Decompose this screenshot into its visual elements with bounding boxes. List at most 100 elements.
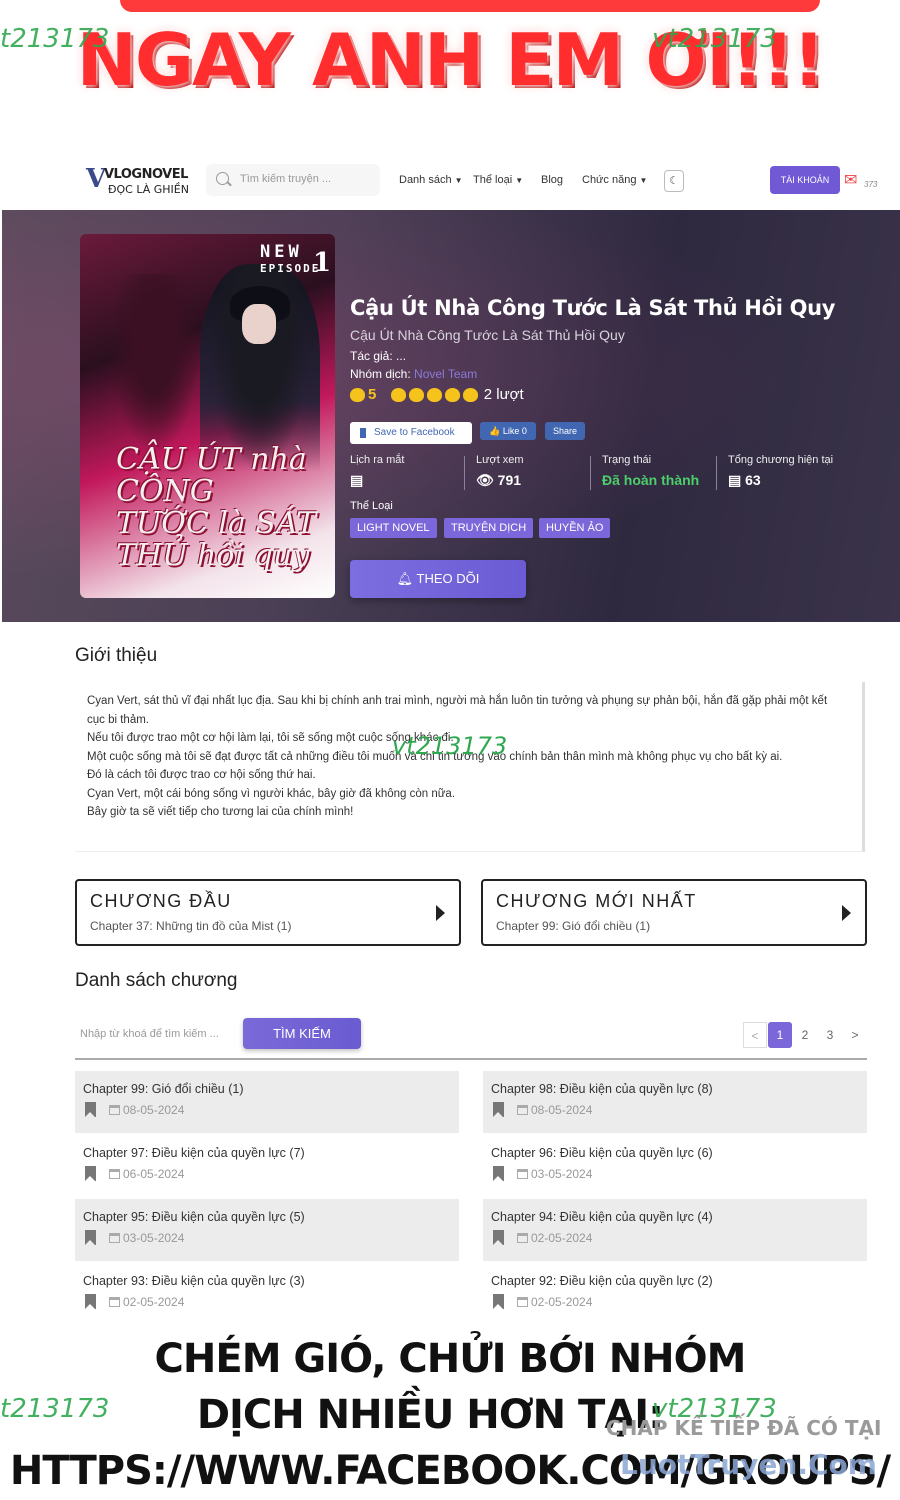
- moon-icon: ☾: [669, 175, 679, 187]
- menu-the-loai[interactable]: Thể loại ▼: [473, 174, 523, 186]
- chapter-title: Chapter 95: Điều kiện của quyền lực (5): [83, 1210, 305, 1224]
- rating-hearts[interactable]: [390, 386, 481, 403]
- chapter-row[interactable]: Chapter 93: Điều kiện của quyền lực (3) …: [75, 1263, 459, 1325]
- menu-danh-sach[interactable]: Danh sách ▼: [399, 174, 463, 186]
- caret-down-icon: ▼: [454, 176, 463, 185]
- heart-icon[interactable]: [426, 387, 442, 402]
- page-1[interactable]: 1: [768, 1022, 792, 1048]
- rating-count: 2 lượt: [483, 386, 524, 404]
- chapter-title: Chapter 98: Điều kiện của quyền lực (8): [491, 1082, 713, 1096]
- chapter-title: Chapter 94: Điều kiện của quyền lực (4): [491, 1210, 713, 1224]
- chapter-row[interactable]: Chapter 98: Điều kiện của quyền lực (8) …: [483, 1071, 867, 1133]
- chapter-search-button[interactable]: TÌM KIẾM: [243, 1018, 361, 1049]
- card-subtitle: Chapter 99: Gió đổi chiều (1): [496, 919, 651, 933]
- bookmark-icon[interactable]: [493, 1230, 504, 1245]
- page-next[interactable]: >: [843, 1022, 867, 1048]
- stat-chapters-value: ▤ 63: [728, 472, 833, 489]
- notification-icon[interactable]: ✉: [844, 170, 857, 190]
- bookmark-icon[interactable]: [493, 1102, 504, 1117]
- next-chapter-notice: CHAP KẾ TIẾP ĐÃ CÓ TẠI: [606, 1416, 882, 1440]
- stat-release: Lịch ra mắt ▤: [350, 454, 404, 494]
- stat-label: Lượt xem: [476, 454, 524, 466]
- team-link[interactable]: Novel Team: [414, 367, 477, 381]
- bookmark-icon[interactable]: [85, 1166, 96, 1181]
- chapter-title: Chapter 97: Điều kiện của quyền lực (7): [83, 1146, 305, 1160]
- stat-views: Lượt xem 👁 791: [476, 454, 524, 494]
- chapter-search-input[interactable]: Nhập từ khoá để tìm kiếm ...: [75, 1019, 237, 1049]
- genre-tag[interactable]: TRUYỆN DỊCH: [444, 518, 534, 538]
- chapter-date: 08-05-2024: [531, 1103, 593, 1117]
- menu-chuc-nang[interactable]: Chức năng ▼: [582, 174, 647, 186]
- dark-mode-toggle[interactable]: ☾: [664, 170, 684, 192]
- chapter-row[interactable]: Chapter 92: Điều kiện của quyền lực (2) …: [483, 1263, 867, 1325]
- chapter-row[interactable]: Chapter 97: Điều kiện của quyền lực (7) …: [75, 1135, 459, 1197]
- heart-icon[interactable]: [444, 387, 460, 402]
- novel-team: Nhóm dịch: Novel Team: [350, 367, 477, 381]
- chapter-date: 08-05-2024: [123, 1103, 185, 1117]
- team-label: Nhóm dịch:: [350, 367, 411, 381]
- bookmark-icon[interactable]: [85, 1294, 96, 1309]
- caret-down-icon: ▼: [639, 176, 648, 185]
- chapter-row[interactable]: Chapter 96: Điều kiện của quyền lực (6) …: [483, 1135, 867, 1197]
- fb-like-label: Like 0: [502, 426, 527, 436]
- bottom-banner-line1: CHÉM GIÓ, CHỬI BỚI NHÓM: [154, 1336, 747, 1382]
- chapter-row[interactable]: Chapter 95: Điều kiện của quyền lực (5) …: [75, 1199, 459, 1261]
- calendar-icon: [517, 1105, 528, 1115]
- page-2[interactable]: 2: [793, 1022, 817, 1048]
- play-arrow-icon: [436, 905, 445, 921]
- menu-blog[interactable]: Blog: [541, 174, 563, 186]
- calendar-icon: [109, 1297, 120, 1307]
- cover-badge-number: 1: [313, 248, 332, 278]
- chapter-list-heading: Danh sách chương: [75, 970, 238, 991]
- card-subtitle: Chapter 37: Những tin đồ của Mist (1): [90, 919, 292, 933]
- watermark-left-bottom: t213173: [0, 1394, 110, 1424]
- nav-search-input[interactable]: Tìm kiếm truyện ...: [206, 164, 380, 196]
- watermark-middle: vt213173: [392, 732, 508, 760]
- genre-tag[interactable]: HUYỀN ẢO: [539, 518, 611, 538]
- stat-divider: [590, 456, 591, 490]
- stat-divider: [464, 456, 465, 490]
- intro-paragraph: Đó là cách tôi được trao cơ hội sống thứ…: [87, 769, 316, 781]
- eye-icon: 👁: [476, 472, 494, 488]
- fb-share-button[interactable]: Share: [545, 422, 585, 440]
- novel-title: Cậu Út Nhà Công Tước Là Sát Thủ Hồi Quy: [350, 296, 836, 320]
- bookmark-icon[interactable]: [493, 1294, 504, 1309]
- intro-paragraph: Cyan Vert, một cái bóng sống vì người kh…: [87, 787, 456, 800]
- bookmark-icon[interactable]: [493, 1166, 504, 1181]
- novel-hero: NEW EPISODE 1 CẬU ÚT nhà CÔNG TƯỚC là SÁ…: [2, 210, 900, 622]
- chapter-title: Chapter 96: Điều kiện của quyền lực (6): [491, 1146, 713, 1160]
- follow-button[interactable]: 🔔︎ THEO DÕI: [350, 560, 526, 598]
- notification-count: 373: [864, 180, 878, 189]
- logo-line1: VLOGNOVEL: [104, 167, 188, 182]
- calendar-icon: [109, 1105, 120, 1115]
- site-logo[interactable]: V VLOGNOVEL ĐỌC LÀ GHIỀN: [86, 164, 196, 198]
- stat-label: Trạng thái: [602, 454, 652, 466]
- bookmark-icon[interactable]: [85, 1102, 96, 1117]
- calendar-icon: [517, 1297, 528, 1307]
- fb-save-button[interactable]: Save to Facebook: [350, 422, 472, 444]
- first-chapter-card[interactable]: CHƯƠNG ĐẦU Chapter 37: Những tin đồ của …: [75, 879, 461, 946]
- list-icon: ▤: [728, 472, 742, 488]
- heart-icon[interactable]: [462, 387, 478, 402]
- views-count: 791: [497, 472, 522, 488]
- chapter-row[interactable]: Chapter 94: Điều kiện của quyền lực (4) …: [483, 1199, 867, 1261]
- rating-row: 5 2 lượt: [350, 386, 524, 408]
- account-button[interactable]: TÀI KHOẢN: [770, 166, 840, 194]
- page-prev[interactable]: <: [743, 1022, 767, 1048]
- latest-chapter-card[interactable]: CHƯƠNG MỚI NHẤT Chapter 99: Gió đổi chiề…: [481, 879, 867, 946]
- status-value: Đã hoàn thành: [602, 472, 700, 488]
- genre-tag[interactable]: LIGHT NOVEL: [350, 518, 437, 538]
- page-3[interactable]: 3: [818, 1022, 842, 1048]
- fb-like-button[interactable]: 👍 Like 0: [480, 422, 536, 440]
- stat-label: Tổng chương hiện tại: [728, 454, 834, 466]
- chapter-row[interactable]: Chapter 99: Gió đổi chiều (1) 08-05-2024: [75, 1071, 459, 1133]
- heart-icon[interactable]: [408, 387, 424, 402]
- calendar-grid-icon: ▤: [350, 472, 364, 488]
- cover-title-art: CẬU ÚT nhà CÔNG TƯỚC là SÁT THỦ hồi quy: [116, 442, 316, 573]
- novel-cover-image[interactable]: NEW EPISODE 1 CẬU ÚT nhà CÔNG TƯỚC là SÁ…: [80, 234, 335, 598]
- bookmark-icon[interactable]: [85, 1230, 96, 1245]
- nav-search-placeholder: Tìm kiếm truyện ...: [240, 173, 332, 185]
- heart-icon[interactable]: [390, 387, 406, 402]
- intro-box: Cyan Vert, sát thủ vĩ đại nhất lục địa. …: [75, 682, 865, 852]
- intro-paragraph: Bây giờ ta sẽ viết tiếp cho tương lai củ…: [87, 806, 354, 818]
